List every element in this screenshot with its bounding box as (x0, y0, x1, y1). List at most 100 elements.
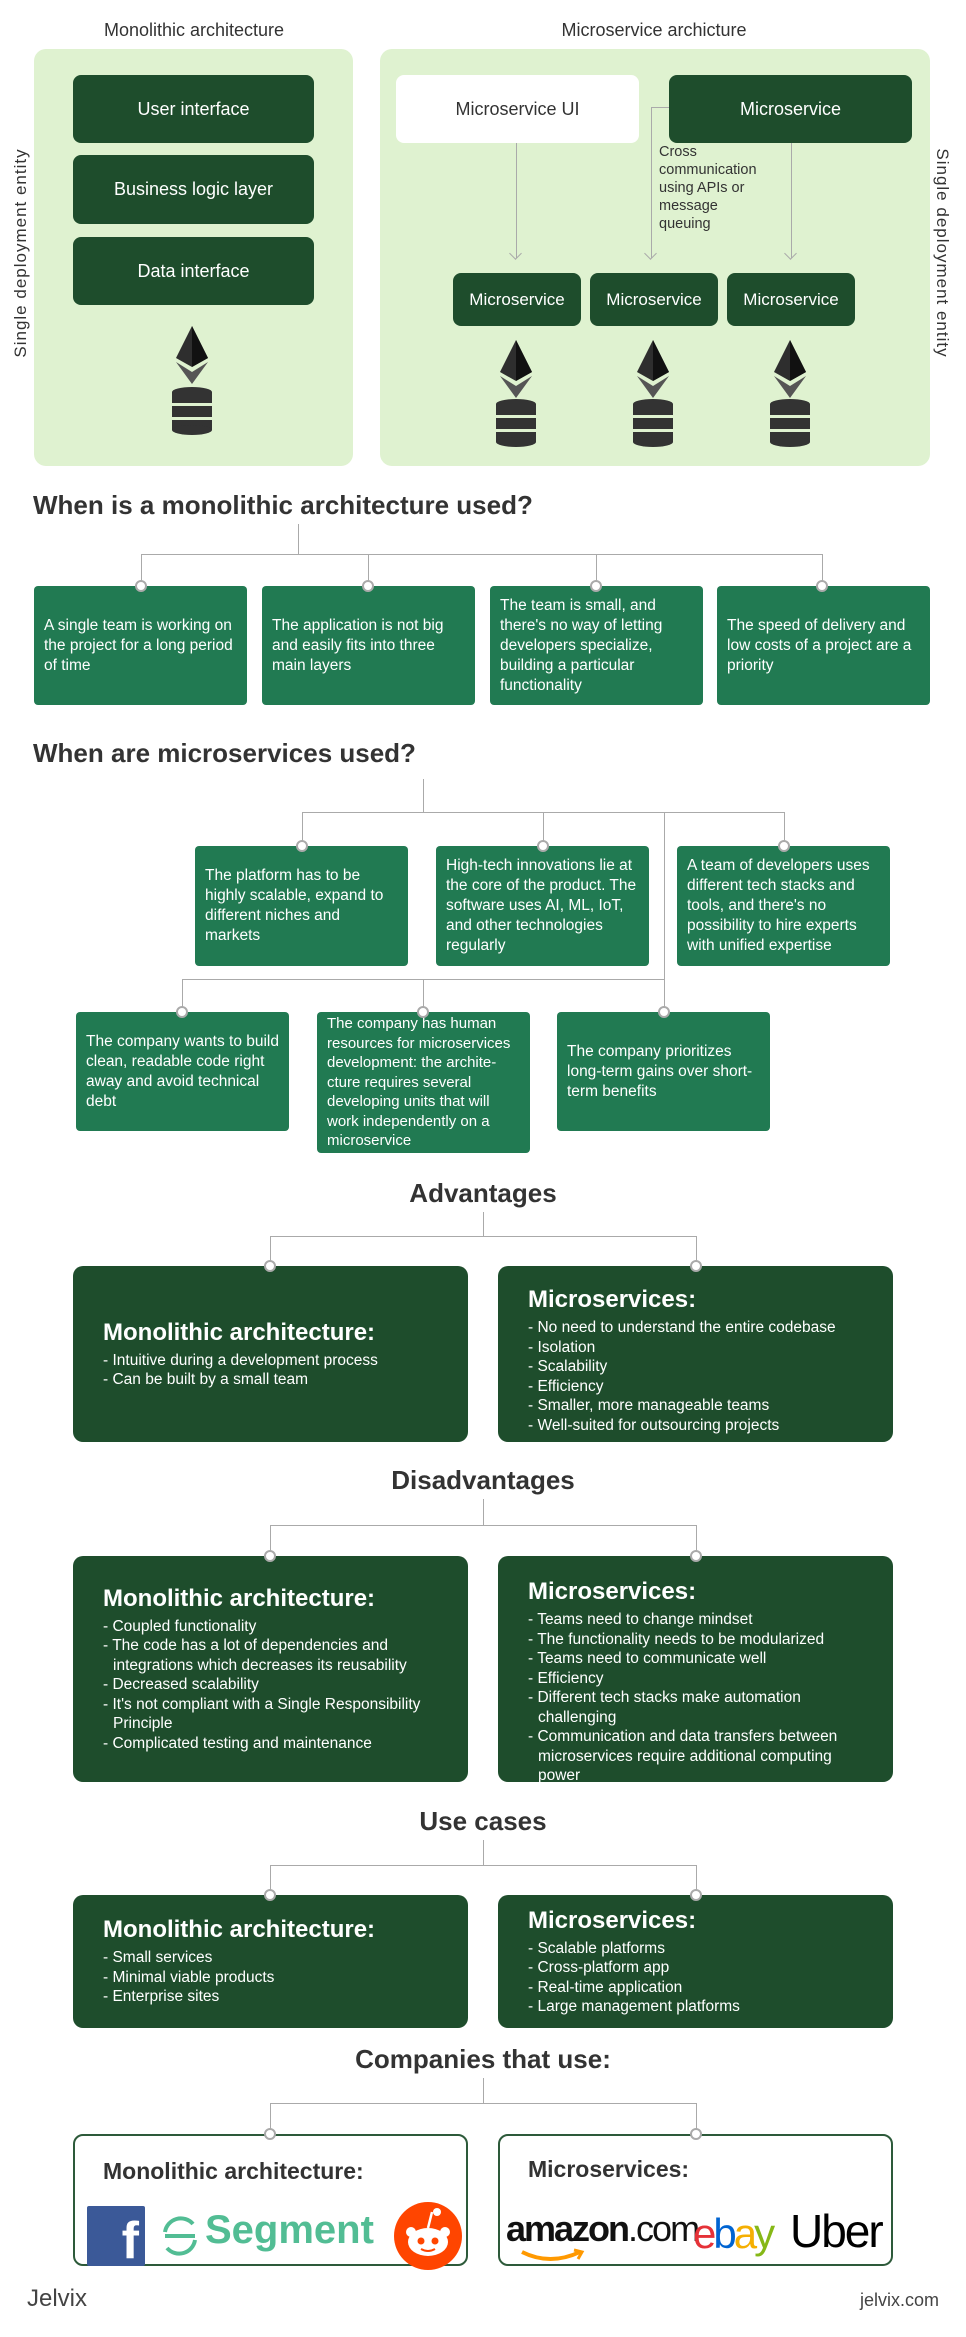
disadvantages-heading: Disadvantages (391, 1465, 575, 1495)
node-dot (176, 1006, 188, 1018)
box-title: Microservices: (528, 1286, 697, 1313)
micro-used-item: The company wants to build clean, readab… (76, 1012, 289, 1131)
database-icon (770, 399, 810, 447)
database-icon (496, 399, 536, 447)
advantages-heading: Advantages (409, 1178, 557, 1208)
advantages-mono-box: Monolithic architecture: - Intuitive duri… (73, 1266, 468, 1442)
node-dot (362, 580, 374, 592)
list-item: - Scalability (528, 1358, 608, 1375)
mono-used-item: A single team is working on the project … (34, 586, 247, 705)
box-title: Microservices: (528, 1906, 697, 1934)
micro-used-item: The company has human resources for micr… (317, 1012, 530, 1153)
ethereum-icon (176, 326, 208, 384)
segment-logo: Segment (205, 2208, 374, 2252)
list-item: - No need to understand the entire codeb… (528, 1319, 836, 1336)
use_cases-mono-box: Monolithic architecture: - Small services… (73, 1895, 468, 2028)
list-item: - Teams need to communicate well (528, 1650, 767, 1667)
ethereum-icon (637, 340, 669, 398)
ebay-logo: ebay (693, 2210, 775, 2257)
list-item: - Well-suited for outsourcing projects (528, 1416, 780, 1434)
node-dot (690, 1550, 702, 1562)
node-dot (264, 2128, 276, 2140)
list-item: - Coupled functionality (103, 1617, 257, 1635)
node-dot (296, 840, 308, 852)
list-item: - Intuitive during a development process (103, 1351, 378, 1369)
companies-heading: Companies that use: (355, 2044, 611, 2074)
box-title: Monolithic architecture: (103, 1584, 376, 1612)
amazon-logo: amazon.com (506, 2208, 700, 2249)
use_cases-micro-box: Microservices: - Scalable platforms - Cros… (498, 1895, 893, 2028)
mono-used-item: The application is not big and easily fi… (262, 586, 475, 705)
list-item: - Minimal viable products (103, 1968, 275, 1986)
amazon-smile (521, 2248, 585, 2261)
disadvantages-micro-box: Microservices: - Teams need to change min… (498, 1556, 893, 1784)
tree-line (483, 1212, 484, 1236)
micro-used-heading: When are microservices used? (33, 738, 416, 768)
box-title: Monolithic architecture: (103, 2158, 364, 2184)
mono-used-item: The team is small, and there's no way of… (490, 586, 703, 705)
micro-used-item: The company prioritizes long-term gains … (557, 1012, 770, 1131)
list-item: - Enterprise sites (103, 1988, 220, 2006)
node-dot (658, 1006, 670, 1018)
node-dot (264, 1550, 276, 1562)
list-item: - Isolation (528, 1338, 596, 1356)
tree-line (483, 1499, 484, 1525)
box-title: Monolithic architecture: (103, 1916, 376, 1944)
node-dot (264, 1889, 276, 1901)
mono-used-heading: When is a monolithic architecture used? (33, 490, 533, 520)
tree-line (141, 554, 822, 555)
list-item: - Different tech stacks make automation … (528, 1689, 801, 1726)
list-item: - Real-time application (528, 1978, 683, 1996)
icons-layer (172, 326, 810, 447)
node-dot (590, 580, 602, 592)
companies-micro-box: Microservices: amazon.com ebay Uber (498, 2134, 893, 2266)
node-dot (816, 580, 828, 592)
node-dot (778, 840, 790, 852)
list-item: - Complicated testing and maintenance (103, 1734, 372, 1752)
list-item: - The code has a lot of dependencies and… (103, 1637, 407, 1674)
jelvix-logo: Jelvix (27, 2285, 88, 2312)
micro-used-item: A team of developers uses different tech… (677, 846, 890, 966)
tree-line (664, 812, 665, 1012)
database-icon (633, 399, 673, 447)
ethereum-icon (500, 340, 532, 398)
tree-line (270, 1865, 696, 1866)
list-item: - Cross-platform app (528, 1959, 670, 1976)
micro-used-item: High-tech innovations lie at the core of… (436, 846, 649, 966)
tree-line (270, 2103, 696, 2104)
node-dot (690, 2128, 702, 2140)
use_cases-heading: Use cases (419, 1806, 547, 1836)
list-item: - Can be built by a small team (103, 1371, 309, 1388)
list-item: - Decreased scalability (103, 1676, 259, 1694)
node-dot (264, 1260, 276, 1272)
database-icon (172, 387, 212, 435)
list-item: - Large management platforms (528, 1998, 740, 2015)
facebook-logo: f (87, 2206, 145, 2266)
box-title: Microservices: (528, 1578, 697, 1605)
mono-used-item: The speed of delivery and low costs of a… (717, 586, 930, 705)
companies-mono-box: Monolithic architecture: f Segment (73, 2134, 468, 2270)
tree-line (270, 1525, 696, 1526)
tree-line (483, 2078, 484, 2103)
list-item: - Efficiency (528, 1377, 604, 1395)
tree-line (270, 1236, 696, 1237)
tree-line (483, 1840, 484, 1865)
list-item: - Teams need to change mindset (528, 1611, 753, 1628)
node-dot (690, 1889, 702, 1901)
list-item: - The functionality needs to be modulari… (528, 1630, 825, 1648)
tree-line (423, 779, 424, 812)
list-item: - Small services (103, 1949, 213, 1967)
list-item: - Scalable platforms (528, 1939, 665, 1957)
segment-icon (163, 2216, 197, 2256)
node-dot (690, 1260, 702, 1272)
box-title: Monolithic architecture: (103, 1318, 376, 1346)
list-item: - It's not compliant with a Single Respo… (103, 1695, 421, 1733)
footer-site[interactable]: jelvix.com (860, 2290, 939, 2311)
node-dot (135, 580, 147, 592)
tree-line (298, 524, 299, 554)
advantages-micro-box: Microservices: - No need to understand th… (498, 1266, 893, 1442)
reddit-logo (394, 2202, 462, 2270)
ethereum-icon (774, 340, 806, 398)
box-title: Microservices: (528, 2156, 690, 2182)
node-dot (537, 840, 549, 852)
